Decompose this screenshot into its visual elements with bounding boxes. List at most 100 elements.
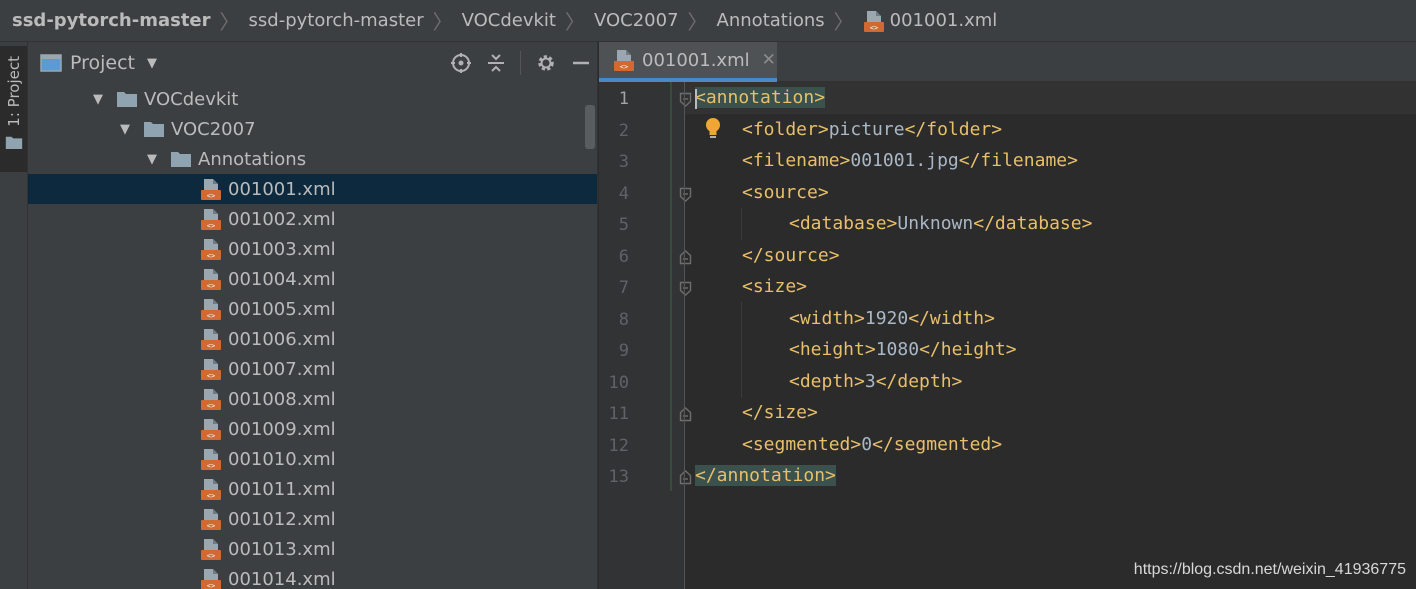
- tree-file-label: 001008.xml: [228, 388, 336, 410]
- code-line[interactable]: <width>1920</width>: [789, 303, 995, 335]
- breadcrumb-separator-icon: 〉: [833, 10, 854, 34]
- tree-file-label: 001011.xml: [228, 478, 336, 500]
- breadcrumb-file[interactable]: 001001.xml: [863, 10, 998, 32]
- minimize-icon[interactable]: [571, 52, 591, 74]
- breadcrumb-separator-icon: 〉: [432, 10, 453, 34]
- code-line[interactable]: </annotation>: [695, 460, 836, 492]
- breadcrumb-separator-icon: 〉: [219, 10, 240, 34]
- xml-tag: </annotation>: [695, 465, 836, 486]
- line-number: 2: [618, 121, 629, 141]
- xml-text: 001001.jpg: [850, 150, 959, 171]
- code-line[interactable]: </source>: [742, 240, 840, 272]
- line-number: 4: [618, 184, 629, 204]
- folder-icon: [143, 120, 165, 138]
- folder-icon: [5, 135, 23, 150]
- xml-tag: </height>: [919, 339, 1017, 360]
- xml-tag: </segmented>: [872, 434, 1003, 455]
- navigation-breadcrumb: ssd-pytorch-master 〉 ssd-pytorch-master …: [0, 0, 1416, 42]
- tree-folder-voc2007[interactable]: ▼ VOC2007: [28, 114, 597, 144]
- code-line[interactable]: <database>Unknown</database>: [789, 208, 1092, 240]
- tree-file-row[interactable]: 001011.xml: [28, 474, 597, 504]
- fold-close-icon[interactable]: [679, 250, 692, 265]
- lightbulb-icon[interactable]: [703, 116, 723, 140]
- code-line[interactable]: <height>1080</height>: [789, 334, 1017, 366]
- tree-scrollbar-thumb[interactable]: [585, 105, 595, 149]
- code-line[interactable]: <size>: [742, 271, 807, 303]
- tree-file-row[interactable]: 001001.xml: [28, 174, 597, 204]
- chevron-down-icon[interactable]: ▼: [90, 92, 106, 107]
- folder-icon: [116, 90, 138, 108]
- tree-file-row[interactable]: 001007.xml: [28, 354, 597, 384]
- project-tool-tab[interactable]: 1: Project: [0, 46, 27, 172]
- chevron-down-icon[interactable]: ▼: [117, 122, 133, 137]
- project-tree: ▼ VOCdevkit ▼ VOC2007 ▼ Annotations 0010…: [28, 84, 597, 589]
- xml-tag: </database>: [973, 213, 1093, 234]
- tree-file-label: 001012.xml: [228, 508, 336, 530]
- xml-text: 3: [864, 371, 876, 392]
- tree-file-row[interactable]: 001008.xml: [28, 384, 597, 414]
- tree-file-row[interactable]: 001004.xml: [28, 264, 597, 294]
- code-editor: 001001.xml ✕ 1 2 3 4 5 6 7 8 9 10 11 12 …: [599, 42, 1416, 589]
- tree-file-row[interactable]: 001009.xml: [28, 414, 597, 444]
- tree-file-label: 001003.xml: [228, 238, 336, 260]
- xml-file-icon: [200, 388, 222, 410]
- project-view-selector[interactable]: Project: [70, 52, 135, 74]
- fold-open-icon[interactable]: [679, 187, 692, 202]
- tree-file-row[interactable]: 001006.xml: [28, 324, 597, 354]
- tree-file-label: 001013.xml: [228, 538, 336, 560]
- tree-file-label: 001006.xml: [228, 328, 336, 350]
- tree-file-label: 001004.xml: [228, 268, 336, 290]
- close-icon[interactable]: ✕: [762, 50, 776, 70]
- fold-open-icon[interactable]: [679, 92, 692, 107]
- xml-text: 1080: [875, 339, 920, 360]
- tree-folder-vocdevkit[interactable]: ▼ VOCdevkit: [28, 84, 597, 114]
- dropdown-arrow-icon[interactable]: ▼: [147, 56, 157, 71]
- tree-file-row[interactable]: 001003.xml: [28, 234, 597, 264]
- gutter-border: [684, 82, 685, 589]
- xml-tag: <size>: [742, 276, 808, 297]
- code-line[interactable]: <source>: [742, 177, 829, 209]
- collapse-all-icon[interactable]: [486, 52, 506, 74]
- tree-file-row[interactable]: 001013.xml: [28, 534, 597, 564]
- xml-file-icon: [200, 448, 222, 470]
- tree-file-row[interactable]: 001010.xml: [28, 444, 597, 474]
- code-line[interactable]: <annotation>: [695, 82, 826, 114]
- code-line[interactable]: </size>: [742, 397, 818, 429]
- locate-icon[interactable]: [450, 52, 472, 74]
- breadcrumb-project[interactable]: ssd-pytorch-master: [12, 10, 211, 31]
- chevron-down-icon[interactable]: ▼: [144, 152, 160, 167]
- fold-open-icon[interactable]: [679, 281, 692, 296]
- breadcrumb-file-label: 001001.xml: [889, 10, 998, 31]
- breadcrumb-module[interactable]: ssd-pytorch-master: [249, 10, 424, 31]
- xml-file-icon: [200, 178, 222, 200]
- fold-close-icon[interactable]: [679, 470, 692, 485]
- xml-tag: </folder>: [904, 119, 1003, 140]
- fold-close-icon[interactable]: [679, 407, 692, 422]
- line-number: 8: [618, 310, 629, 330]
- editor-tab-bar: 001001.xml ✕: [599, 42, 1416, 82]
- code-line[interactable]: <folder>picture</folder>: [742, 114, 1002, 146]
- xml-tag: <source>: [742, 182, 829, 203]
- tree-file-label: 001005.xml: [228, 298, 336, 320]
- editor-tab-001001-xml[interactable]: 001001.xml ✕: [599, 42, 777, 82]
- indent-guide: [741, 302, 742, 398]
- vcs-change-marker[interactable]: [670, 82, 672, 491]
- tree-file-row[interactable]: 001005.xml: [28, 294, 597, 324]
- tree-file-row[interactable]: 001002.xml: [28, 204, 597, 234]
- editor-tab-label: 001001.xml: [642, 49, 750, 71]
- code-line[interactable]: <segmented>0</segmented>: [742, 429, 1002, 461]
- project-tool-tab-label: 1: Project: [4, 56, 23, 127]
- line-number: 7: [618, 278, 629, 298]
- code-line[interactable]: <depth>3</depth>: [789, 366, 962, 398]
- tree-file-row[interactable]: 001012.xml: [28, 504, 597, 534]
- project-panel: Project ▼ ▼ VOCdevkit ▼ VOC2007 ▼ Annota…: [28, 42, 598, 589]
- breadcrumb-annotations[interactable]: Annotations: [717, 10, 825, 31]
- tree-folder-annotations[interactable]: ▼ Annotations: [28, 144, 597, 174]
- breadcrumb-voc2007[interactable]: VOC2007: [594, 10, 679, 31]
- gear-icon[interactable]: [535, 52, 557, 74]
- tree-file-row[interactable]: 001014.xml: [28, 564, 597, 589]
- text-caret: [695, 89, 697, 109]
- xml-tag: </source>: [742, 245, 840, 266]
- breadcrumb-vocdevkit[interactable]: VOCdevkit: [462, 10, 556, 31]
- code-line[interactable]: <filename>001001.jpg</filename>: [742, 145, 1078, 177]
